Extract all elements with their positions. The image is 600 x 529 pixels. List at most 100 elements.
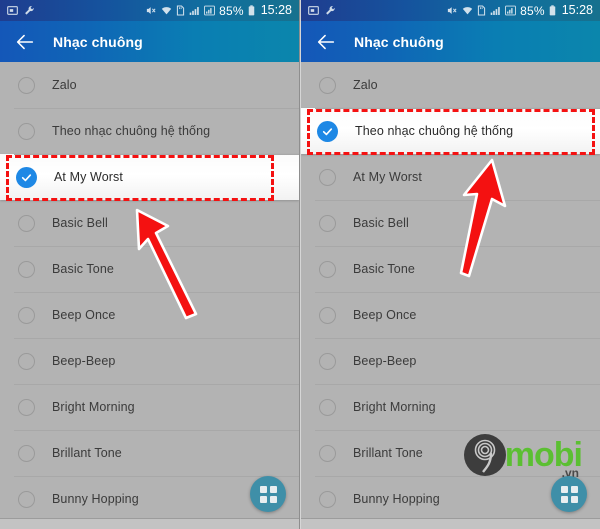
ringtone-label: Basic Bell: [52, 216, 108, 230]
wrench-icon: [326, 6, 335, 15]
phone-screenshot-right: 85% 15:28 Nhạc chuông Zalo Theo nhạc chuô…: [300, 0, 600, 529]
check-circle-icon[interactable]: [16, 166, 37, 188]
ringtone-label: Basic Bell: [353, 216, 409, 230]
ringtone-label: Basic Tone: [353, 262, 415, 276]
ringtone-label: Beep Once: [353, 308, 417, 322]
page-title: Nhạc chuông: [53, 33, 143, 50]
battery-icon: [248, 5, 254, 16]
status-bar: 85% 15:28: [301, 0, 600, 21]
ringtone-row[interactable]: Bright Morning: [301, 384, 600, 430]
status-bar-right-icons: 85% 15:28: [145, 4, 292, 17]
ringtone-row[interactable]: Basic Tone: [0, 246, 299, 292]
radio-button-icon[interactable]: [319, 306, 336, 324]
status-bar-clock: 15:28: [561, 3, 593, 18]
radio-button-icon[interactable]: [18, 122, 35, 140]
wrench-icon: [25, 6, 34, 15]
page-title: Nhạc chuông: [354, 33, 444, 50]
ringtone-label: Beep-Beep: [52, 354, 116, 368]
ringtone-label: Beep Once: [52, 308, 116, 322]
ringtone-label: Zalo: [353, 78, 378, 92]
ringtone-row[interactable]: Basic Bell: [0, 200, 299, 246]
screenshot-icon: [7, 6, 18, 15]
signal-2-icon: [505, 5, 516, 16]
radio-button-icon[interactable]: [18, 260, 35, 278]
back-arrow-icon[interactable]: [315, 31, 337, 53]
signal-1-icon: [490, 7, 500, 15]
radio-button-icon[interactable]: [18, 352, 35, 370]
radio-button-icon[interactable]: [319, 352, 336, 370]
radio-button-icon[interactable]: [18, 490, 35, 508]
phone-screenshot-left: 85% 15:28 Nhạc chuông Zalo Theo nhạc chuô…: [0, 0, 300, 529]
ringtone-row[interactable]: At My Worst: [301, 154, 600, 200]
ringtone-row[interactable]: At My Worst: [0, 154, 299, 200]
grid-apps-icon: [560, 485, 578, 503]
status-bar-clock: 15:28: [260, 3, 292, 18]
wifi-icon: [462, 7, 473, 15]
ringtone-row[interactable]: Basic Tone: [301, 246, 600, 292]
radio-button-icon[interactable]: [18, 214, 35, 232]
battery-percent: 85%: [219, 3, 244, 18]
ringtone-label: Theo nhạc chuông hệ thống: [52, 124, 211, 138]
ringtone-label: Brillant Tone: [353, 446, 423, 460]
floating-action-button-left[interactable]: [250, 476, 286, 512]
ringtone-row[interactable]: Beep Once: [0, 292, 299, 338]
status-bar-right-icons: 85% 15:28: [446, 4, 593, 17]
ringtone-row[interactable]: Brillant Tone: [301, 430, 600, 476]
sd-card-icon: [176, 5, 185, 16]
ringtone-row[interactable]: Basic Bell: [301, 200, 600, 246]
radio-button-icon[interactable]: [319, 398, 336, 416]
radio-button-icon[interactable]: [18, 398, 35, 416]
ringtone-row[interactable]: Zalo: [0, 62, 299, 108]
ringtone-label: Bunny Hopping: [52, 492, 139, 506]
ringtone-label: Theo nhạc chuông hệ thống: [355, 124, 514, 138]
signal-2-icon: [204, 5, 215, 16]
back-arrow-icon[interactable]: [14, 31, 36, 53]
ringtone-list-left[interactable]: Zalo Theo nhạc chuông hệ thống At My Worst…: [0, 62, 299, 522]
grid-apps-icon: [259, 485, 277, 503]
app-toolbar: Nhạc chuông: [301, 21, 600, 62]
ringtone-label: At My Worst: [54, 170, 123, 184]
ringtone-list-right[interactable]: Zalo Theo nhạc chuông hệ thống At My Worst…: [301, 62, 600, 522]
screenshot-icon: [308, 6, 319, 15]
app-toolbar: Nhạc chuông: [0, 21, 299, 62]
comparison-screenshot: 85% 15:28 Nhạc chuông Zalo Theo nhạc chuô…: [0, 0, 600, 529]
ringtone-label: Bright Morning: [353, 400, 436, 414]
bottom-bezel-right: [301, 518, 600, 529]
radio-button-icon[interactable]: [18, 444, 35, 462]
ringtone-label: At My Worst: [353, 170, 422, 184]
radio-button-icon[interactable]: [319, 76, 336, 94]
ringtone-row[interactable]: Zalo: [301, 62, 600, 108]
bottom-bezel-left: [0, 518, 299, 529]
status-bar: 85% 15:28: [0, 0, 299, 21]
ringtone-label: Zalo: [52, 78, 77, 92]
radio-button-icon[interactable]: [319, 260, 336, 278]
mute-icon: [447, 7, 457, 14]
signal-1-icon: [189, 7, 199, 15]
mute-icon: [146, 7, 156, 14]
status-bar-left-icons: [7, 5, 35, 16]
radio-button-icon[interactable]: [319, 490, 336, 508]
ringtone-label: Brillant Tone: [52, 446, 122, 460]
ringtone-row[interactable]: Theo nhạc chuông hệ thống: [0, 108, 299, 154]
ringtone-label: Bunny Hopping: [353, 492, 440, 506]
ringtone-label: Beep-Beep: [353, 354, 417, 368]
battery-percent: 85%: [520, 3, 545, 18]
check-circle-icon[interactable]: [317, 120, 338, 142]
ringtone-row[interactable]: Beep Once: [301, 292, 600, 338]
radio-button-icon[interactable]: [18, 76, 35, 94]
radio-button-icon[interactable]: [18, 306, 35, 324]
ringtone-row[interactable]: Brillant Tone: [0, 430, 299, 476]
radio-button-icon[interactable]: [319, 214, 336, 232]
ringtone-row[interactable]: Beep-Beep: [0, 338, 299, 384]
sd-card-icon: [477, 5, 486, 16]
ringtone-row[interactable]: Beep-Beep: [301, 338, 600, 384]
wifi-icon: [161, 7, 172, 15]
ringtone-label: Basic Tone: [52, 262, 114, 276]
radio-button-icon[interactable]: [319, 168, 336, 186]
battery-icon: [549, 5, 555, 16]
ringtone-row[interactable]: Bright Morning: [0, 384, 299, 430]
floating-action-button-right[interactable]: [551, 476, 587, 512]
status-bar-left-icons: [308, 5, 336, 16]
ringtone-row[interactable]: Theo nhạc chuông hệ thống: [301, 108, 600, 154]
radio-button-icon[interactable]: [319, 444, 336, 462]
